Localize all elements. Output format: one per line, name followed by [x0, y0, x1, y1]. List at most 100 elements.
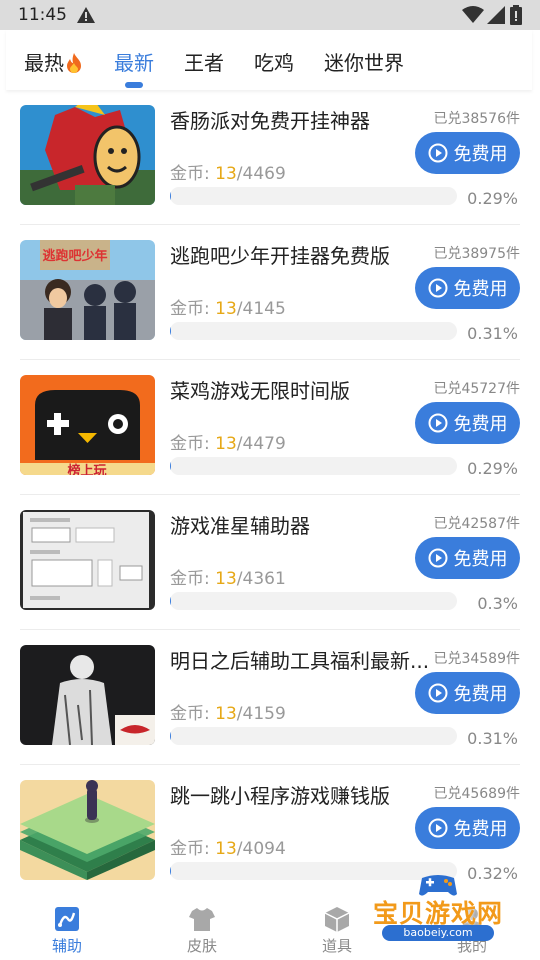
tab-chicken[interactable]: 吃鸡: [254, 47, 294, 76]
nav-label-skin: 皮肤: [186, 937, 217, 955]
free-use-label: 免费用: [453, 819, 508, 840]
play-circle-icon: [428, 143, 447, 163]
item-title: 跳一跳小程序游戏赚钱版: [170, 784, 390, 808]
free-use-label: 免费用: [453, 279, 508, 300]
progress-fill: [170, 862, 171, 880]
item-title: 明日之后辅助工具福利最新...: [170, 649, 430, 673]
item-title: 游戏准星辅助器: [170, 514, 310, 538]
progress-bar: [170, 457, 457, 475]
tab-hot-label: 最热: [24, 51, 64, 75]
progress-percent: 0.29%: [467, 189, 518, 208]
nav-label-assist: 辅助: [51, 937, 82, 955]
warning-icon: [77, 7, 95, 23]
coins-current: 13: [215, 704, 237, 724]
free-use-button[interactable]: 免费用: [415, 267, 520, 309]
item-thumbnail: 逃跑吧少年: [20, 240, 155, 340]
progress-bar: [170, 727, 457, 745]
coins-total: /4145: [236, 299, 286, 319]
redeemed-count: 已兑45727件: [433, 381, 520, 397]
coin-requirement: 金币: 13/4159: [170, 699, 286, 724]
coins-total: /4469: [236, 164, 286, 184]
free-use-button[interactable]: 免费用: [415, 132, 520, 174]
redeemed-count: 已兑38975件: [433, 246, 520, 262]
coins-total: /4159: [236, 704, 286, 724]
free-use-button[interactable]: 免费用: [415, 537, 520, 579]
coin-requirement: 金币: 13/4479: [170, 429, 286, 454]
progress-fill: [170, 322, 171, 340]
progress-fill: [170, 727, 171, 745]
coins-label: 金币:: [170, 434, 216, 454]
free-use-button[interactable]: 免费用: [415, 807, 520, 849]
free-use-label: 免费用: [453, 549, 508, 570]
tab-hot[interactable]: 最热: [24, 47, 83, 76]
progress-percent: 0.3%: [477, 594, 518, 613]
progress-percent: 0.31%: [467, 324, 518, 343]
watermark-domain: baobeiy.com: [382, 925, 494, 941]
coins-label: 金币:: [170, 569, 216, 589]
coin-requirement: 金币: 13/4145: [170, 294, 286, 319]
play-circle-icon: [428, 278, 447, 298]
coins-current: 13: [215, 569, 237, 589]
coins-current: 13: [215, 434, 237, 454]
thumbnail-game-name: 逃跑吧少年: [42, 248, 107, 264]
thumbnail-brand-text: 榜上玩: [67, 463, 106, 475]
active-tab-indicator: [125, 82, 143, 88]
signal-icon: [487, 6, 505, 24]
play-circle-icon: [428, 413, 447, 433]
item-list[interactable]: 香肠派对免费开挂神器 已兑38576件 金币: 13/4469 免费用 0.29…: [0, 90, 540, 880]
list-item[interactable]: 香肠派对免费开挂神器 已兑38576件 金币: 13/4469 免费用 0.29…: [20, 90, 520, 225]
item-thumbnail: 榜上玩: [20, 375, 155, 475]
coins-total: /4479: [236, 434, 286, 454]
nav-item-assist[interactable]: 辅助: [17, 880, 117, 960]
free-use-label: 免费用: [453, 414, 508, 435]
list-item[interactable]: 明日之后辅助工具福利最新... 已兑34589件 金币: 13/4159 免费用…: [20, 630, 520, 765]
item-title: 香肠派对免费开挂神器: [170, 109, 370, 133]
progress-fill: [170, 457, 171, 475]
redeemed-count: 已兑34589件: [433, 651, 520, 667]
redeemed-count: 已兑45689件: [433, 786, 520, 802]
coins-current: 13: [215, 299, 237, 319]
tab-king[interactable]: 王者: [184, 47, 224, 76]
item-thumbnail: [20, 510, 155, 610]
category-tab-bar: 最热 最新 王者 吃鸡 迷你世界: [6, 30, 532, 90]
coin-requirement: 金币: 13/4469: [170, 159, 286, 184]
list-item[interactable]: 跳一跳小程序游戏赚钱版 已兑45689件 金币: 13/4094 免费用 0.3…: [20, 765, 520, 880]
item-title: 逃跑吧少年开挂器免费版: [170, 244, 390, 268]
chart-icon: [55, 907, 79, 931]
box-icon: [324, 907, 350, 932]
coins-label: 金币:: [170, 839, 216, 859]
play-circle-icon: [428, 548, 447, 568]
progress-bar: [170, 322, 457, 340]
free-use-button[interactable]: 免费用: [415, 672, 520, 714]
fire-icon: [67, 53, 81, 73]
play-circle-icon: [428, 683, 447, 703]
item-thumbnail: [20, 105, 155, 205]
redeemed-count: 已兑42587件: [433, 516, 520, 532]
progress-fill: [170, 187, 171, 205]
play-circle-icon: [428, 818, 447, 838]
nav-item-skin[interactable]: 皮肤: [152, 880, 252, 960]
free-use-button[interactable]: 免费用: [415, 402, 520, 444]
list-item[interactable]: 游戏准星辅助器 已兑42587件 金币: 13/4361 免费用 0.3%: [20, 495, 520, 630]
item-thumbnail: [20, 645, 155, 745]
progress-fill: [170, 592, 171, 610]
coins-label: 金币:: [170, 299, 216, 319]
redeemed-count: 已兑38576件: [433, 111, 520, 127]
progress-percent: 0.29%: [467, 459, 518, 478]
wifi-icon: [462, 6, 484, 23]
status-bar: 11:45: [0, 0, 540, 30]
site-watermark: 宝贝游戏网 baobeiy.com: [368, 872, 508, 956]
list-item[interactable]: 榜上玩 菜鸡游戏无限时间版 已兑45727件 金币: 13/4479 免费用 0…: [20, 360, 520, 495]
coin-requirement: 金币: 13/4361: [170, 564, 286, 589]
list-item[interactable]: 逃跑吧少年 逃跑吧少年开挂器免费版 已兑38975件 金币: 13/4145 免…: [20, 225, 520, 360]
progress-bar: [170, 187, 457, 205]
battery-icon: [510, 5, 522, 25]
progress-percent: 0.31%: [467, 729, 518, 748]
shirt-icon: [189, 908, 215, 931]
tab-mini-world[interactable]: 迷你世界: [324, 47, 404, 76]
status-time: 11:45: [18, 5, 67, 25]
coins-total: /4361: [236, 569, 286, 589]
coins-label: 金币:: [170, 704, 216, 724]
tab-new[interactable]: 最新: [114, 47, 154, 76]
progress-bar: [170, 592, 457, 610]
